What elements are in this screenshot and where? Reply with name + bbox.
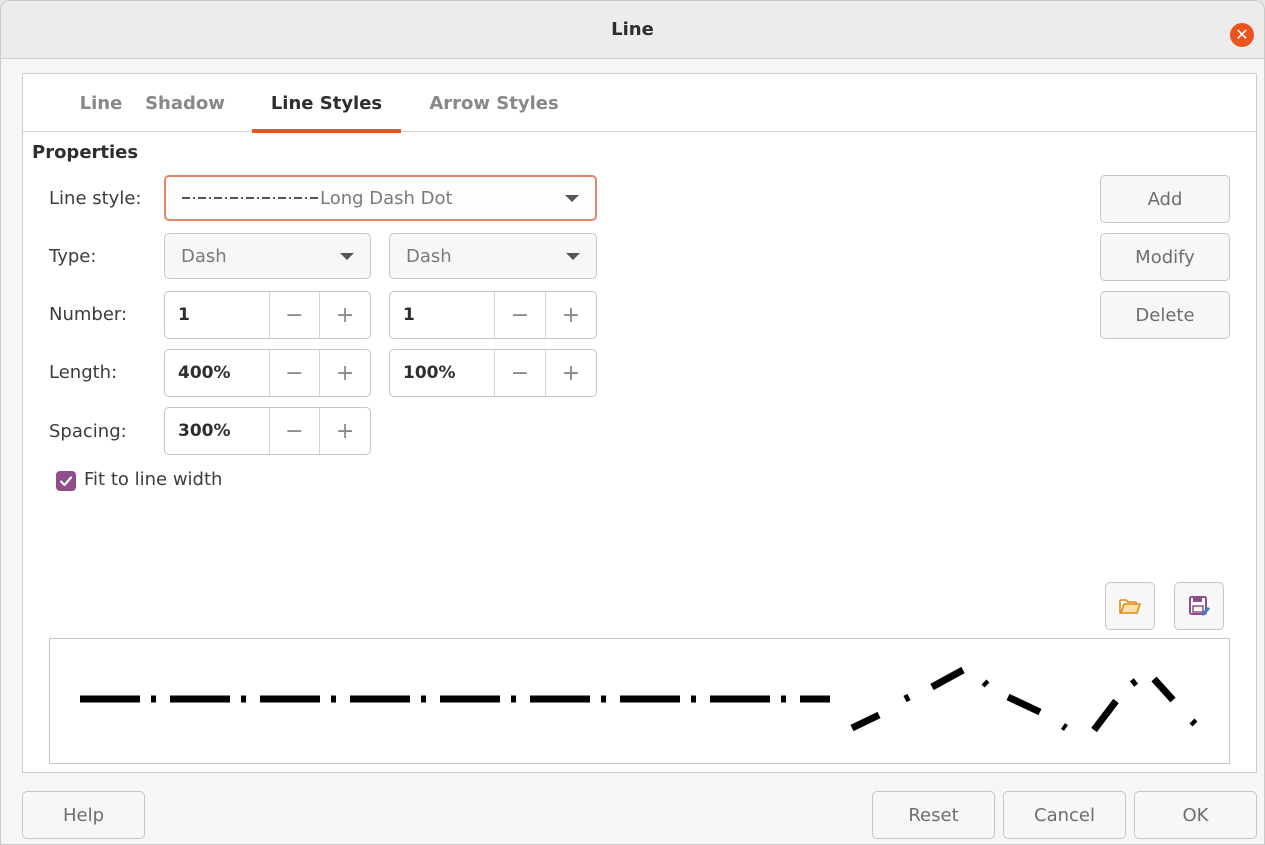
line-style-select[interactable]: Long Dash Dot: [164, 175, 597, 221]
decrement-button[interactable]: −: [268, 408, 320, 454]
tab-panel: Line Shadow Line Styles Arrow Styles Pro…: [22, 73, 1257, 773]
plus-icon: +: [335, 360, 355, 386]
decrement-button[interactable]: −: [268, 292, 320, 338]
tab-shadow[interactable]: Shadow: [140, 74, 230, 132]
chevron-down-icon: [340, 253, 354, 260]
line-dialog: Line ✕ Line Shadow Line Styles Arrow Sty…: [0, 0, 1265, 845]
fit-to-line-width-checkbox[interactable]: [56, 471, 76, 491]
spacing-value[interactable]: 300%: [165, 408, 269, 454]
minus-icon: −: [285, 360, 304, 386]
add-button[interactable]: Add: [1100, 175, 1230, 223]
load-line-styles-button[interactable]: [1105, 582, 1155, 630]
cancel-button[interactable]: Cancel: [1003, 791, 1126, 839]
tab-bar: Line Shadow Line Styles Arrow Styles: [23, 74, 1256, 133]
plus-icon: +: [335, 418, 355, 444]
length-label: Length:: [49, 362, 118, 383]
minus-icon: −: [285, 302, 304, 328]
checkmark-icon: [59, 476, 73, 487]
number-label: Number:: [49, 304, 128, 325]
properties-heading: Properties: [32, 142, 139, 163]
titlebar: Line ✕: [1, 1, 1264, 59]
ok-button[interactable]: OK: [1134, 791, 1257, 839]
close-icon: ✕: [1235, 25, 1249, 44]
length-stepper-1[interactable]: 400% − +: [164, 349, 371, 397]
increment-button[interactable]: +: [319, 350, 370, 396]
delete-button[interactable]: Delete: [1100, 291, 1230, 339]
fit-to-line-width-label[interactable]: Fit to line width: [84, 469, 222, 490]
length-value-2[interactable]: 100%: [390, 350, 494, 396]
plus-icon: +: [561, 360, 581, 386]
length-stepper-2[interactable]: 100% − +: [389, 349, 597, 397]
increment-button[interactable]: +: [545, 350, 596, 396]
plus-icon: +: [335, 302, 355, 328]
reset-button[interactable]: Reset: [872, 791, 995, 839]
save-icon: [1189, 596, 1210, 616]
tab-arrow-styles[interactable]: Arrow Styles: [419, 74, 569, 132]
decrement-button[interactable]: −: [494, 350, 545, 396]
length-value-1[interactable]: 400%: [165, 350, 269, 396]
line-style-preview: [182, 197, 318, 199]
spacing-label: Spacing:: [49, 421, 127, 442]
help-button[interactable]: Help: [22, 791, 145, 839]
increment-button[interactable]: +: [319, 292, 370, 338]
plus-icon: +: [561, 302, 581, 328]
type-label: Type:: [49, 246, 97, 267]
type-select-1[interactable]: Dash: [164, 233, 371, 279]
chevron-down-icon: [566, 253, 580, 260]
line-style-value: Long Dash Dot: [320, 187, 453, 209]
increment-button[interactable]: +: [319, 408, 370, 454]
preview-line: [80, 666, 1198, 733]
modify-button[interactable]: Modify: [1100, 233, 1230, 281]
type-value-1: Dash: [181, 245, 227, 267]
close-button[interactable]: ✕: [1230, 23, 1254, 47]
minus-icon: −: [285, 418, 304, 444]
chevron-down-icon: [565, 195, 579, 202]
number-value-1[interactable]: 1: [165, 292, 269, 338]
spacing-stepper[interactable]: 300% − +: [164, 407, 371, 455]
number-stepper-1[interactable]: 1 − +: [164, 291, 371, 339]
decrement-button[interactable]: −: [494, 292, 545, 338]
minus-icon: −: [510, 360, 530, 386]
tab-line-styles[interactable]: Line Styles: [252, 74, 401, 133]
tab-line[interactable]: Line: [70, 74, 132, 132]
minus-icon: −: [510, 302, 530, 328]
line-style-preview-area: [49, 638, 1230, 764]
line-style-label: Line style:: [49, 188, 142, 209]
decrement-button[interactable]: −: [268, 350, 320, 396]
type-select-2[interactable]: Dash: [389, 233, 597, 279]
number-stepper-2[interactable]: 1 − +: [389, 291, 597, 339]
type-value-2: Dash: [406, 245, 452, 267]
number-value-2[interactable]: 1: [390, 292, 494, 338]
open-folder-icon: [1119, 599, 1141, 614]
dialog-title: Line: [611, 19, 654, 40]
save-line-styles-button[interactable]: [1174, 582, 1224, 630]
increment-button[interactable]: +: [545, 292, 596, 338]
